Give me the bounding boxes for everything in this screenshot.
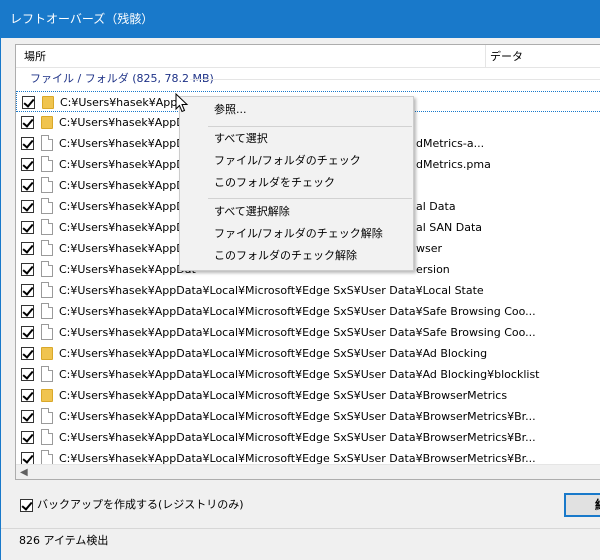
row-path: C:¥Users¥hasek¥AppData¥Local¥Microsoft¥E…: [59, 347, 488, 360]
file-icon: [41, 429, 53, 445]
menu-item-uncheck-files-folders[interactable]: ファイル/フォルダのチェック解除: [214, 225, 383, 243]
window-title: レフトオーバーズ（残骸）: [1, 0, 600, 38]
file-icon: [41, 408, 53, 424]
row-checkbox[interactable]: [21, 200, 34, 213]
backup-label[interactable]: バックアップを作成する(レジストリのみ): [37, 497, 244, 513]
menu-item-check-this-folder[interactable]: このフォルダをチェック: [214, 174, 335, 192]
row-path: C:¥Users¥hasek¥AppDat: [59, 137, 196, 150]
table-row[interactable]: C:¥Users¥hasek¥AppData¥Local¥Microsoft¥E…: [16, 385, 600, 406]
row-checkbox[interactable]: [21, 410, 34, 423]
row-path: C:¥Users¥hasek¥AppData¥Local¥Microsoft¥E…: [59, 389, 508, 402]
file-icon: [41, 324, 53, 340]
folder-icon: [41, 347, 53, 360]
end-button[interactable]: 終了: [564, 493, 600, 517]
group-label: ファイル / フォルダ (825, 78.2 MB): [30, 72, 214, 85]
backup-checkbox[interactable]: [20, 499, 33, 512]
table-row[interactable]: C:¥Users¥hasek¥AppData¥Local¥Microsoft¥E…: [16, 406, 600, 427]
row-path: C:¥Users¥hasek¥AppData¥Local¥Microsoft¥E…: [59, 431, 536, 444]
status-text: 826 アイテム検出: [19, 534, 109, 547]
table-row[interactable]: C:¥Users¥hasek¥AppData¥Local¥Microsoft¥E…: [16, 280, 600, 301]
folder-icon: [42, 96, 54, 109]
row-checkbox[interactable]: [21, 326, 34, 339]
row-path: C:¥Users¥hasek¥AppDat: [59, 116, 196, 129]
row-path-tail: al SAN Data: [416, 221, 482, 234]
group-divider: [190, 79, 600, 80]
row-path: C:¥Users¥hasek¥AppDat: [59, 200, 196, 213]
file-icon: [41, 177, 53, 193]
file-icon: [41, 156, 53, 172]
file-icon: [41, 303, 53, 319]
mouse-cursor-icon: [175, 93, 189, 113]
column-header: 場所 データ: [16, 45, 600, 68]
file-icon: [41, 366, 53, 382]
menu-separator: [208, 126, 412, 127]
bottom-bar: バックアップを作成する(レジストリのみ) 終了: [15, 490, 600, 522]
table-row[interactable]: C:¥Users¥hasek¥AppData¥Local¥Microsoft¥E…: [16, 301, 600, 322]
table-row[interactable]: C:¥Users¥hasek¥AppData¥Local¥Microsoft¥E…: [16, 364, 600, 385]
context-menu[interactable]: 参照... すべて選択 ファイル/フォルダのチェック このフォルダをチェック す…: [179, 96, 414, 271]
menu-item-check-files-folders[interactable]: ファイル/フォルダのチェック: [214, 152, 361, 170]
row-path-tail: wser: [416, 242, 443, 255]
app-window: レフトオーバーズ（残骸） 場所 データ ファイル / フォルダ (825, 78…: [0, 0, 600, 560]
row-path: C:¥Users¥hasek¥AppData¥Local¥Microsoft¥E…: [59, 305, 536, 318]
row-path: C:¥Users¥hasek¥AppDat: [59, 242, 196, 255]
row-checkbox[interactable]: [21, 431, 34, 444]
row-path: C:¥Users¥hasek¥AppData¥Local¥Microsoft¥E…: [59, 410, 536, 423]
row-checkbox[interactable]: [21, 347, 34, 360]
group-header[interactable]: ファイル / フォルダ (825, 78.2 MB): [16, 69, 600, 89]
row-path-tail: al Data: [416, 200, 456, 213]
row-path: C:¥Users¥hasek¥AppData¥Local¥Microsoft¥E…: [59, 284, 484, 297]
row-checkbox[interactable]: [21, 137, 34, 150]
row-path: C:¥Users¥hasek¥AppData¥Local¥Microsoft¥E…: [59, 368, 540, 381]
table-row[interactable]: C:¥Users¥hasek¥AppData¥Local¥Microsoft¥E…: [16, 322, 600, 343]
menu-item-deselect-all[interactable]: すべて選択解除: [214, 203, 290, 221]
column-data[interactable]: データ: [486, 45, 600, 68]
table-row[interactable]: C:¥Users¥hasek¥AppData¥Local¥Microsoft¥E…: [16, 343, 600, 364]
row-checkbox[interactable]: [21, 221, 34, 234]
file-icon: [41, 240, 53, 256]
row-path-tail: dMetrics.pma: [416, 158, 491, 171]
row-checkbox[interactable]: [21, 284, 34, 297]
row-checkbox[interactable]: [21, 263, 34, 276]
file-icon: [41, 282, 53, 298]
row-checkbox[interactable]: [21, 116, 34, 129]
row-path-tail: ersion: [416, 263, 450, 276]
row-checkbox[interactable]: [21, 389, 34, 402]
row-path: C:¥Users¥hasek¥AppDat: [59, 221, 196, 234]
menu-item-browse[interactable]: 参照...: [214, 101, 247, 119]
row-checkbox[interactable]: [21, 305, 34, 318]
file-icon: [41, 198, 53, 214]
row-checkbox[interactable]: [22, 96, 35, 109]
row-path: C:¥Users¥hasek¥AppData¥Local¥Microsoft¥E…: [59, 326, 536, 339]
row-path: C:¥Users¥hasek¥AppDat: [59, 263, 196, 276]
menu-item-uncheck-this-folder[interactable]: このフォルダのチェック解除: [214, 247, 357, 265]
file-icon: [41, 219, 53, 235]
row-path-tail: dMetrics-a...: [416, 137, 485, 150]
row-path: C:¥Users¥hasek¥AppDat: [59, 158, 196, 171]
table-row[interactable]: C:¥Users¥hasek¥AppData¥Local¥Microsoft¥E…: [16, 427, 600, 448]
folder-icon: [41, 116, 53, 129]
row-checkbox[interactable]: [21, 242, 34, 255]
status-bar: 826 アイテム検出: [1, 528, 600, 560]
folder-icon: [41, 389, 53, 402]
menu-item-select-all[interactable]: すべて選択: [214, 130, 268, 148]
column-location[interactable]: 場所: [16, 45, 486, 68]
row-checkbox[interactable]: [21, 158, 34, 171]
row-path: C:¥Users¥hasek¥AppDat: [59, 179, 196, 192]
row-checkbox[interactable]: [21, 368, 34, 381]
scroll-left-arrow-icon[interactable]: ◀: [20, 467, 28, 478]
file-icon: [41, 261, 53, 277]
menu-separator: [208, 198, 412, 199]
horizontal-scrollbar[interactable]: ◀: [16, 464, 600, 479]
row-checkbox[interactable]: [21, 179, 34, 192]
file-icon: [41, 135, 53, 151]
